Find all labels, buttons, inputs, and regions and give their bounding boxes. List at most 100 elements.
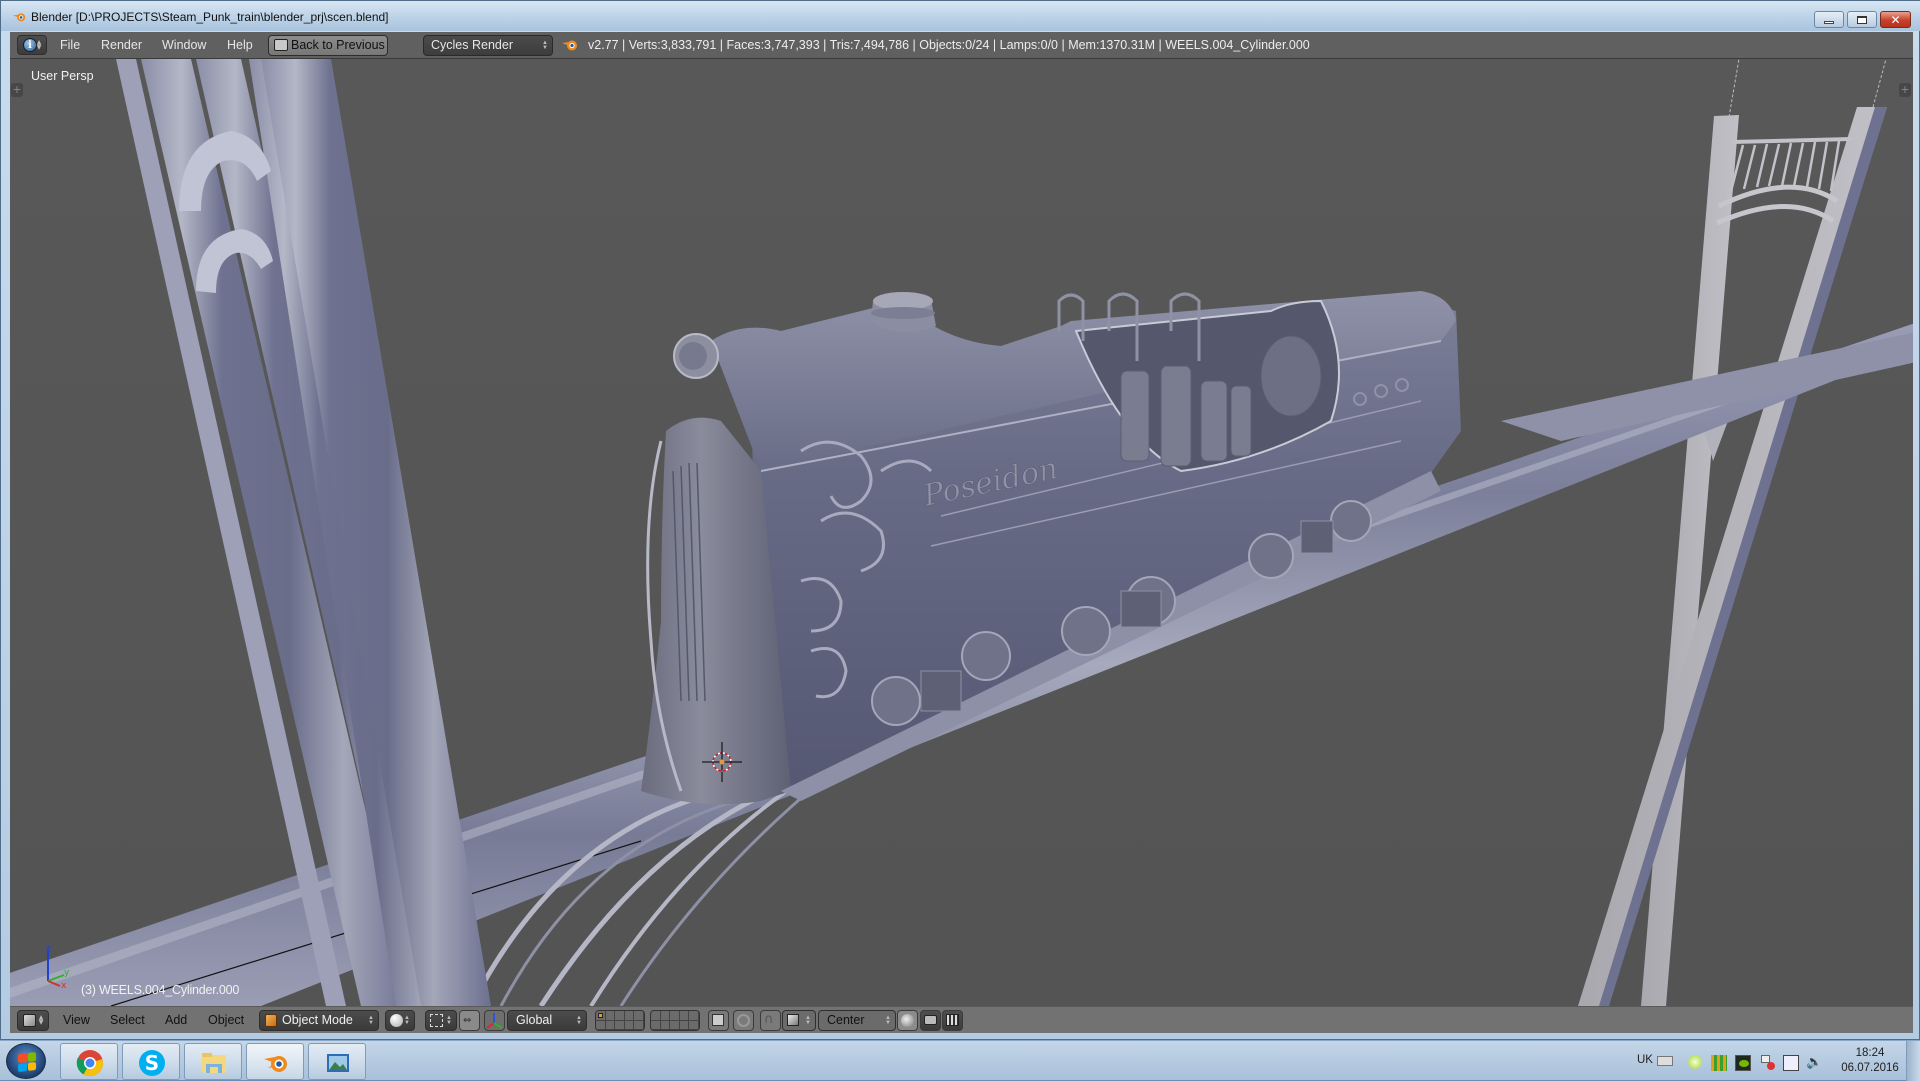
blender-icon (264, 1056, 287, 1072)
menu-view[interactable]: View (63, 1013, 90, 1027)
3d-view-header: ▲ ▼ View Select Add Object Object Mode ▲ ▼… (10, 1006, 1913, 1033)
axis-z-label: z (46, 945, 51, 954)
tray-app-multicolor-icon[interactable] (1711, 1055, 1727, 1071)
lock-layers-button[interactable] (708, 1010, 729, 1031)
scene-stats: v2.77 | Verts:3,833,791 | Faces:3,747,39… (588, 38, 1310, 52)
menu-select[interactable]: Select (110, 1013, 145, 1027)
proportional-edit-icon (737, 1014, 750, 1027)
menu-object[interactable]: Object (208, 1013, 244, 1027)
minimize-button[interactable] (1814, 11, 1844, 28)
scene-layers-group-2[interactable] (650, 1010, 700, 1031)
magnet-icon: ∩ (764, 1012, 774, 1027)
align-rotation-icon (901, 1014, 914, 1027)
snap-align-rotation-button[interactable] (897, 1010, 918, 1031)
clock-date: 06.07.2016 (1841, 1062, 1899, 1074)
axis-y-label: y (64, 968, 70, 978)
up-down-arrows-icon: ▲ ▼ (805, 1015, 811, 1026)
blender-logo-icon (13, 13, 26, 22)
window-title: Blender [D:\PROJECTS\Steam_Punk_train\bl… (31, 10, 389, 24)
axis-gizmo: z y x (46, 945, 70, 989)
manipulator-toggle[interactable]: ⇔ (459, 1010, 480, 1031)
transform-axes-icon (486, 1013, 503, 1029)
svg-text:S: S (145, 1051, 159, 1075)
3d-view-icon (23, 1014, 36, 1027)
clapperboard-icon (946, 1014, 959, 1026)
taskbar-app-explorer[interactable] (184, 1043, 242, 1080)
clock-time: 18:24 (1855, 1047, 1885, 1059)
menu-window[interactable]: Window (162, 38, 206, 52)
minimize-icon (1824, 20, 1834, 24)
back-to-previous-button[interactable]: Back to Previous (268, 35, 388, 56)
transform-manipulator-button[interactable] (484, 1010, 505, 1031)
pivot-point-dropdown[interactable]: ▲ ▼ (425, 1010, 457, 1031)
scene-render: Poseidon (10, 59, 1913, 1006)
folder-icon (202, 1053, 226, 1073)
solid-shading-icon (390, 1014, 403, 1027)
start-button[interactable] (6, 1043, 46, 1079)
properties-toggle-plus-icon[interactable]: + (1899, 83, 1911, 97)
close-icon: ✕ (1890, 12, 1901, 27)
menu-add[interactable]: Add (165, 1013, 187, 1027)
tray-app-green-icon[interactable] (1688, 1055, 1702, 1069)
pivot-icon (430, 1014, 443, 1027)
axis-x-label: x (61, 981, 67, 989)
viewport-shading-dropdown[interactable]: ▲ ▼ (385, 1010, 415, 1031)
left-bridge-pillars (116, 59, 491, 1006)
transform-orientation-dropdown[interactable]: Global ▲ ▼ (507, 1010, 587, 1031)
keyboard-icon[interactable] (1657, 1056, 1673, 1066)
taskbar-app-photo-viewer[interactable] (308, 1043, 366, 1080)
view-label: User Persp (31, 69, 94, 83)
menu-render[interactable]: Render (101, 38, 142, 52)
close-button[interactable]: ✕ (1880, 11, 1911, 28)
menu-file[interactable]: File (60, 38, 80, 52)
show-desktop-button[interactable] (1906, 1041, 1920, 1081)
info-header: i ▲ ▼ File Render Window Help Back to Pre… (10, 32, 1913, 59)
title-bar[interactable]: Blender [D:\PROJECTS\Steam_Punk_train\bl… (1, 1, 1920, 31)
back-icon (274, 39, 288, 51)
image-viewer-icon (327, 1054, 349, 1072)
taskbar-app-blender[interactable] (246, 1043, 304, 1080)
active-object-info: (3) WEELS.004_Cylinder.000 (81, 983, 240, 997)
menu-help[interactable]: Help (227, 38, 253, 52)
blender-window: Blender [D:\PROJECTS\Steam_Punk_train\bl… (0, 0, 1920, 1040)
proportional-editing-button[interactable] (733, 1010, 754, 1031)
up-down-arrows-icon: ▲ ▼ (446, 1015, 452, 1026)
up-down-arrows-icon: ▲ ▼ (38, 1014, 44, 1026)
up-down-arrows-icon: ▲ ▼ (542, 40, 548, 51)
system-clock[interactable]: 18:24 06.07.2016 (1838, 1046, 1902, 1076)
error-badge (1767, 1062, 1775, 1070)
up-down-arrows-icon: ▲ ▼ (368, 1015, 374, 1026)
taskbar-app-chrome[interactable] (60, 1043, 118, 1080)
snap-element-dropdown[interactable]: ▲ ▼ (782, 1010, 816, 1031)
maximize-button[interactable] (1847, 11, 1877, 28)
network-icon[interactable] (1783, 1055, 1799, 1071)
windows-taskbar: S UK 🔈 18:24 06.07.2016 (0, 1040, 1920, 1081)
blender-logo-icon (562, 40, 577, 51)
render-engine-dropdown[interactable]: Cycles Render ▲ ▼ (423, 35, 553, 56)
mode-dropdown[interactable]: Object Mode ▲ ▼ (259, 1010, 379, 1031)
nvidia-eye (1739, 1060, 1749, 1067)
language-indicator[interactable]: UK (1637, 1054, 1653, 1066)
snap-toggle[interactable]: ∩ (760, 1010, 781, 1031)
up-down-arrows-icon: ▲ ▼ (576, 1015, 582, 1026)
editor-type-selector[interactable]: i ▲ ▼ (17, 35, 47, 55)
opengl-render-animation-button[interactable] (942, 1010, 963, 1031)
snap-target-dropdown[interactable]: Center ▲ ▼ (818, 1010, 896, 1031)
snap-increment-icon (787, 1014, 799, 1026)
editor-type-selector[interactable]: ▲ ▼ (17, 1010, 49, 1031)
toolshelf-toggle-plus-icon[interactable]: + (11, 83, 23, 97)
3d-viewport[interactable]: Poseidon User Persp + + z y x (3) WEELS.… (10, 59, 1913, 1006)
opengl-render-image-button[interactable] (920, 1010, 941, 1031)
up-down-arrows-icon: ▲ ▼ (36, 39, 42, 51)
nvidia-icon[interactable] (1735, 1055, 1751, 1071)
volume-icon[interactable]: 🔈 (1806, 1055, 1822, 1071)
skype-icon: S (139, 1050, 165, 1076)
scene-layers-group-1[interactable] (595, 1010, 645, 1031)
info-icon: i (23, 38, 37, 52)
taskbar-app-skype[interactable]: S (122, 1043, 180, 1080)
chrome-icon (76, 1050, 103, 1077)
action-center-flag-icon[interactable] (1759, 1055, 1775, 1071)
camera-icon (924, 1015, 937, 1025)
windows-logo-icon (18, 1052, 36, 1072)
object-mode-cube-icon (265, 1014, 277, 1027)
